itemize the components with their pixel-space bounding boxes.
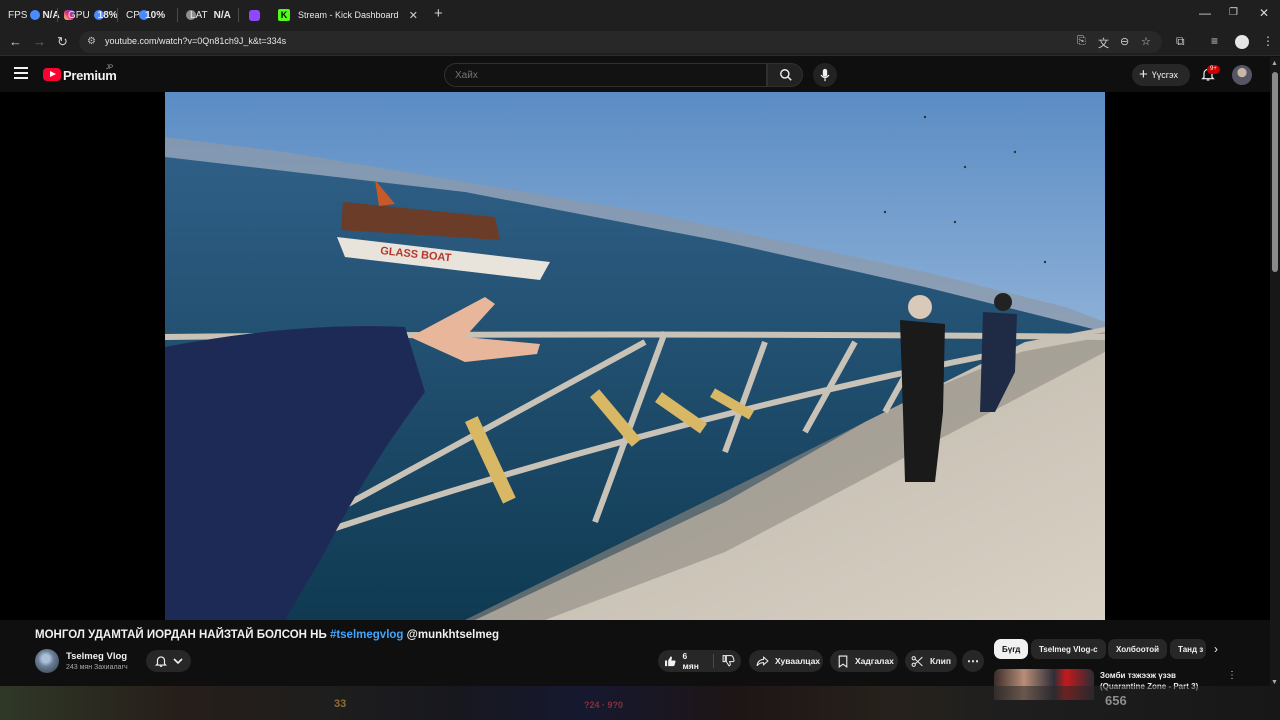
site-settings-icon[interactable]: ⚙ [87,36,96,47]
youtube-logo-icon[interactable] [43,68,61,81]
kick-icon: K [278,9,290,21]
chip-all[interactable]: Бүгд [994,639,1029,659]
divider [713,654,714,668]
minimize-icon[interactable]: — [1199,6,1211,20]
create-label: Үүсгэх [1151,70,1179,80]
channel-name[interactable]: Tselmeg Vlog [66,651,127,662]
like-dislike-group: 6 мян [658,650,741,672]
share-button[interactable]: Хуваалцах [749,650,823,672]
stream-overlay-strip [0,686,1270,720]
tab-kick-dashboard[interactable]: K Stream - Kick Dashboard ✕ [268,2,430,28]
country-code: JP [106,65,114,71]
browser-tab-strip: FPS N/A GPU 18% CPU 10% LAT N/A K Stream… [0,0,1280,28]
chrome-icon [30,10,41,20]
chip-for-you[interactable]: Танд з [1170,639,1206,659]
clip-label: Клип [930,656,951,666]
scrollbar-thumb[interactable] [1272,72,1278,272]
thumbs-up-icon [665,655,676,666]
subscribed-bell-button[interactable] [146,650,191,672]
subscriber-count: 243 мян Захиалагч [66,664,128,671]
tab-fps-label: FPS [8,9,28,21]
scroll-up-arrow-icon[interactable]: ▲ [1271,60,1278,67]
search-button[interactable] [767,63,803,87]
like-button[interactable]: 6 мян [664,651,705,671]
voice-search-button[interactable] [813,63,837,87]
address-bar[interactable]: ⚙ youtube.com/watch?v=0Qn81ch9J_k&t=334s… [79,31,1162,53]
clip-button[interactable]: Клип [905,650,957,672]
account-avatar[interactable] [1232,65,1252,85]
browser-toolbar: ← → ↻ ⚙ youtube.com/watch?v=0Qn81ch9J_k&… [0,28,1280,56]
chevron-right-icon[interactable]: › [1214,642,1218,656]
search-field[interactable] [444,63,767,87]
install-app-icon[interactable]: ⎘ [1077,35,1086,48]
translate-icon[interactable]: 文 [1098,35,1109,51]
profile-avatar-icon[interactable] [1235,35,1249,49]
share-icon [756,655,769,666]
video-title-main: МОНГОЛ УДАМТАЙ ИОРДАН НАЙЗТАЙ БОЛСОН НЬ [35,629,327,641]
like-count: 6 мян [682,651,699,671]
twitch-icon [249,9,260,21]
plus-icon: + [1139,65,1148,83]
create-button[interactable]: + Үүсгэх [1132,64,1190,86]
tab-gpu[interactable]: GPU 18% [64,4,118,26]
video-frame: GLASS BOAT [165,92,1105,620]
extensions-icon[interactable]: ⧉ [1176,34,1185,49]
chip-from-channel[interactable]: Tselmeg Vlog-с [1031,639,1106,659]
dislike-button[interactable] [722,654,741,669]
scissors-icon [911,655,923,667]
tab-twitch[interactable] [249,4,264,26]
tab-separator [238,8,239,22]
search-input[interactable] [455,68,755,82]
close-icon[interactable]: ✕ [409,9,418,22]
window-close-icon[interactable]: ✕ [1259,6,1269,20]
channel-avatar[interactable] [35,649,59,673]
video-title: МОНГОЛ УДАМТАЙ ИОРДАН НАЙЗТАЙ БОЛСОН НЬ … [35,629,499,641]
video-player[interactable]: GLASS BOAT [165,92,1105,620]
tab-gpu-value: 18% [97,9,118,21]
hamburger-menu-icon[interactable] [14,67,28,82]
chevron-down-icon [173,658,183,665]
tab-gpu-label: GPU [68,9,90,21]
new-tab-plus-icon[interactable]: + [434,5,443,22]
bell-icon [154,656,168,667]
tab-cpu-value: 10% [145,9,166,21]
scroll-down-arrow-icon[interactable]: ▼ [1271,679,1278,686]
save-button[interactable]: Хадгалах [830,650,898,672]
more-actions-button[interactable]: ⋯ [962,650,984,672]
tab-cpu[interactable]: CPU 10% [126,4,165,26]
reload-icon[interactable]: ↻ [57,34,68,50]
bookmark-star-icon[interactable]: ☆ [1141,35,1151,48]
chip-related[interactable]: Холбоотой [1108,639,1168,659]
share-label: Хуваалцах [775,656,821,666]
media-controls-icon[interactable]: ≡ [1211,34,1218,48]
mention-link[interactable]: @munkhtselmeg [407,629,499,641]
tab-title: Stream - Kick Dashboard [298,10,399,20]
save-label: Хадгалах [855,656,894,666]
forward-arrow-icon[interactable]: → [33,34,46,49]
back-arrow-icon[interactable]: ← [9,34,22,49]
tab-separator [177,8,178,22]
overlay-score: 656 [1105,693,1127,708]
overlay-counter: 33 [334,698,347,710]
more-vertical-icon[interactable]: ⋮ [1227,670,1237,681]
tab-separator [117,8,118,22]
tab-separator [57,8,58,22]
microphone-icon [820,68,830,82]
more-horizontal-icon: ⋯ [967,654,979,668]
url-text: youtube.com/watch?v=0Qn81ch9J_k&t=334s [105,36,287,46]
tab-fps[interactable]: FPS N/A [8,4,60,26]
bookmark-icon [838,655,848,668]
tab-lat-value: N/A [213,9,231,21]
notification-badge: 9+ [1207,65,1220,74]
tab-lat[interactable]: LAT N/A [186,4,231,26]
hashtag-link[interactable]: #tselmegvlog [330,629,404,641]
menu-kebab-icon[interactable]: ⋮ [1262,34,1274,48]
search-icon [780,69,792,81]
thumbs-down-icon [722,654,735,667]
zoom-icon[interactable]: ⊖ [1120,35,1129,48]
tab-lat-label: LAT [190,9,208,21]
overlay-bar-text: ?24 · 9?0 [584,700,624,710]
restore-icon[interactable]: ❐ [1229,7,1238,18]
youtube-masthead: Premium JP + Үүсгэх 9+ [0,57,1270,92]
